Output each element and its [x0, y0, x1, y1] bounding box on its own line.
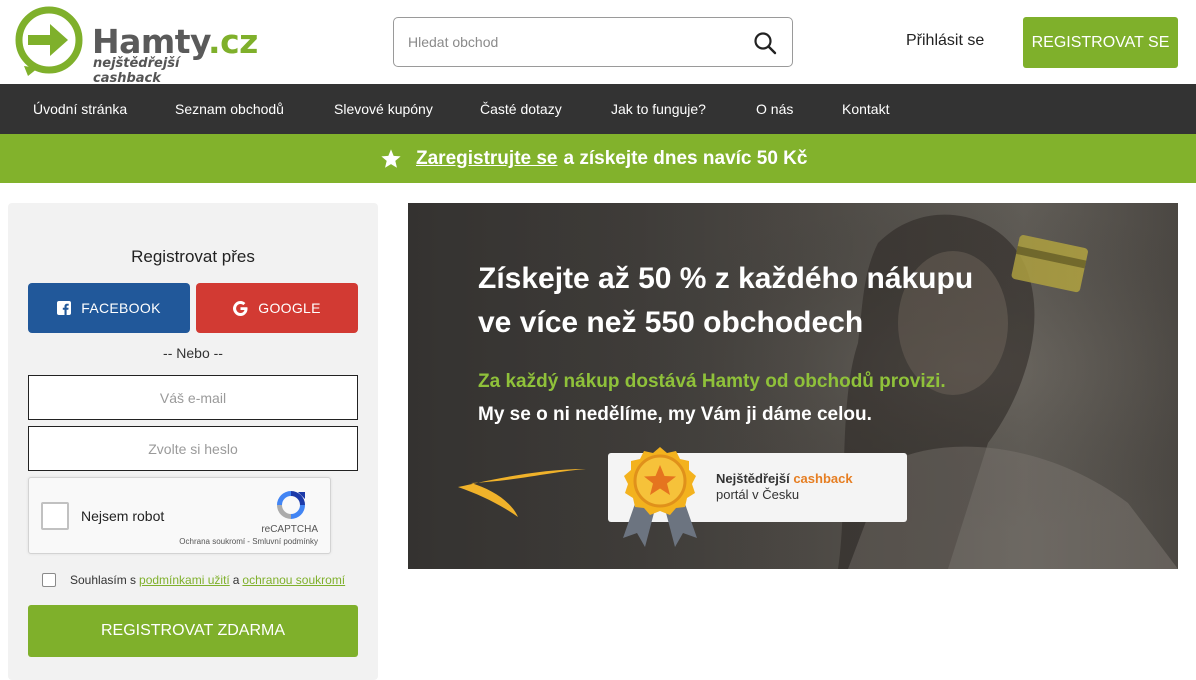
site-header: Hamty.cz nejštědřejší cashback Přihlásit… — [0, 0, 1196, 86]
recaptcha-label: Nejsem robot — [81, 508, 165, 524]
hero-banner: Získejte až 50 % z každého nákupu ve víc… — [408, 203, 1178, 569]
award-badge-bold: Nejštědřejší — [716, 471, 790, 486]
hero-green-line: Za každý nákup dostává Hamty od obchodů … — [478, 371, 946, 392]
hero-white-line: My se o ni nedělíme, my Vám ji dáme celo… — [478, 404, 872, 425]
hero-headline-line1: Získejte až 50 % z každého nákupu — [478, 262, 974, 295]
hero-headline: Získejte až 50 % z každého nákupu ve víc… — [478, 257, 1038, 345]
facebook-button[interactable]: FACEBOOK — [28, 283, 190, 333]
award-badge-line2: portál v Česku — [716, 487, 800, 502]
search-box — [393, 17, 793, 67]
nav-item-about[interactable]: O nás — [756, 101, 793, 117]
login-link[interactable]: Přihlásit se — [906, 32, 984, 50]
search-icon[interactable] — [752, 30, 778, 56]
nav-item-how-it-works[interactable]: Jak to funguje? — [611, 101, 706, 117]
password-field — [28, 426, 358, 471]
promo-content: Zaregistrujte se a získejte dnes navíc 5… — [380, 146, 807, 172]
nav-item-shops[interactable]: Seznam obchodů — [175, 101, 284, 117]
password-input[interactable] — [29, 427, 357, 470]
google-label: GOOGLE — [258, 300, 321, 316]
google-button[interactable]: GOOGLE — [196, 283, 358, 333]
nav-item-contact[interactable]: Kontakt — [842, 101, 889, 117]
terms-and: a — [232, 573, 240, 587]
nav-item-faq[interactable]: Časté dotazy — [480, 101, 562, 117]
main-nav: Úvodní stránka Seznam obchodů Slevové ku… — [0, 84, 1196, 134]
nav-item-home[interactable]: Úvodní stránka — [33, 101, 127, 117]
hero-headline-line2: ve více než 550 obchodech — [478, 306, 864, 339]
email-input[interactable] — [29, 376, 357, 419]
logo-icon — [15, 6, 83, 76]
terms-prefix: Souhlasím s — [70, 573, 137, 587]
signup-panel: Registrovat přes FACEBOOK GOOGLE -- Nebo… — [8, 203, 378, 680]
signup-title: Registrovat přes — [131, 247, 255, 266]
terms-checkbox[interactable] — [42, 573, 56, 587]
award-badge-orange: cashback — [793, 471, 853, 486]
recaptcha-links[interactable]: Ochrana soukromí - Smluvní podmínky — [179, 537, 318, 546]
star-icon — [381, 149, 401, 168]
logo[interactable]: Hamty.cz nejštědřejší cashback — [14, 6, 258, 86]
google-icon — [233, 300, 248, 316]
facebook-label: FACEBOOK — [81, 300, 161, 316]
curved-arrow-icon — [458, 469, 586, 517]
nav-item-coupons[interactable]: Slevové kupóny — [334, 101, 433, 117]
promo-text: a získejte dnes navíc 50 Kč — [563, 148, 808, 169]
or-divider: -- Nebo -- — [163, 345, 223, 361]
logo-tagline: nejštědřejší cashback — [93, 56, 180, 86]
facebook-icon — [57, 301, 72, 315]
promo-register-link[interactable]: Zaregistrujte se — [416, 148, 558, 170]
promo-banner: Zaregistrujte se a získejte dnes navíc 5… — [0, 134, 1196, 183]
recaptcha-widget: Nejsem robot reCAPTCHA Ochrana soukromí … — [28, 477, 331, 554]
recaptcha-logo-icon — [277, 491, 305, 519]
terms-link[interactable]: podmínkami užití — [139, 573, 230, 587]
award-badge-text: Nejštědřejší cashback portál v Česku — [716, 471, 853, 503]
recaptcha-brand: reCAPTCHA — [261, 524, 318, 535]
privacy-link[interactable]: ochranou soukromí — [242, 573, 345, 587]
email-field — [28, 375, 358, 420]
search-input[interactable] — [408, 30, 728, 54]
register-button[interactable]: REGISTROVAT SE — [1023, 17, 1178, 68]
register-free-button[interactable]: REGISTROVAT ZDARMA — [28, 605, 358, 657]
medal-icon — [623, 447, 697, 547]
recaptcha-checkbox[interactable] — [41, 502, 69, 530]
terms-agreement: Souhlasím s podmínkami užití a ochranou … — [42, 573, 348, 587]
